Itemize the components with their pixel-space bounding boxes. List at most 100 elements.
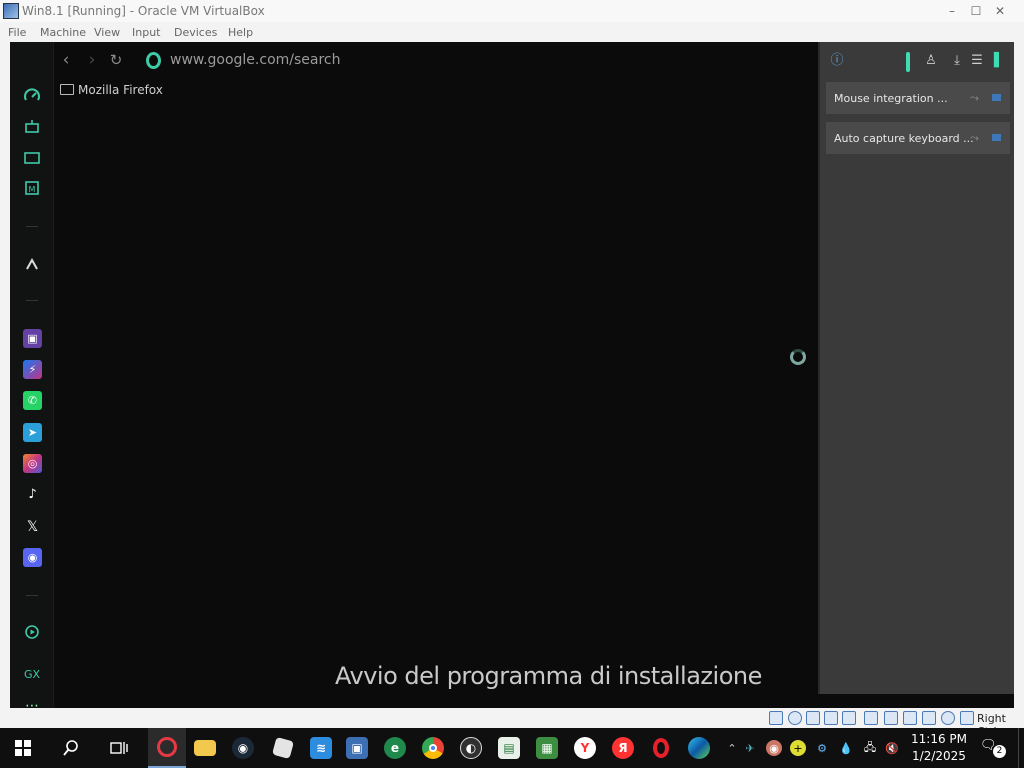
tab-list-icon[interactable]: ☰ bbox=[968, 52, 986, 70]
taskbar-app-sheet[interactable]: ▤ bbox=[490, 728, 528, 768]
tray-cd-icon[interactable]: ◉ bbox=[766, 740, 782, 756]
opera-icon bbox=[653, 738, 669, 758]
network-tray-icon[interactable]: 🖧 bbox=[862, 740, 878, 756]
info-toggle-icon[interactable] bbox=[992, 134, 1001, 141]
virtualbox-app-icon bbox=[3, 3, 19, 19]
taskbar-steam[interactable]: ◉ bbox=[224, 728, 262, 768]
tray-app-icon[interactable]: ✈ bbox=[742, 740, 758, 756]
menu-input[interactable]: Input bbox=[132, 26, 160, 39]
windows-taskbar: ◉ ≋ ▣ e ◐ ▤ ▦ Y Я ⌃ ✈ ◉ + ⚙ 💧 🖧 🔇 11:16 … bbox=[0, 728, 1024, 768]
profile-icon[interactable]: ♙ bbox=[922, 52, 940, 70]
hard-disk-icon[interactable] bbox=[769, 711, 783, 725]
taskbar-obs[interactable]: ◐ bbox=[452, 728, 490, 768]
forward-button[interactable]: › bbox=[82, 50, 102, 70]
audio-icon[interactable] bbox=[806, 711, 820, 725]
instagram-icon[interactable]: ◎ bbox=[23, 454, 42, 473]
vbox-minimize-button[interactable]: – bbox=[940, 2, 964, 20]
vbox-titlebar: Win8.1 [Running] - Oracle VM VirtualBox … bbox=[0, 0, 1024, 22]
taskbar-opera[interactable] bbox=[642, 728, 680, 768]
menu-machine[interactable]: Machine bbox=[40, 26, 86, 39]
volume-muted-icon[interactable]: 🔇 bbox=[884, 740, 900, 756]
taskbar-roblox[interactable] bbox=[264, 728, 302, 768]
show-hidden-icons-chevron-icon[interactable]: ⌃ bbox=[724, 740, 740, 756]
folder-app-icon bbox=[194, 740, 216, 756]
back-button[interactable]: ‹ bbox=[56, 50, 76, 70]
accent-indicator bbox=[906, 52, 910, 72]
taskbar-edge[interactable] bbox=[680, 728, 718, 768]
sidebar-divider bbox=[26, 300, 38, 301]
virtualbox-icon: ▣ bbox=[346, 737, 368, 759]
tiktok-icon[interactable]: ♪ bbox=[23, 485, 42, 504]
start-button[interactable] bbox=[4, 728, 42, 768]
globe-icon: e bbox=[384, 737, 406, 759]
search-button[interactable] bbox=[52, 728, 90, 768]
show-desktop-button[interactable] bbox=[1018, 728, 1024, 768]
roblox-icon bbox=[271, 736, 295, 760]
vbox-statusbar: Right Ctrl bbox=[0, 708, 1024, 738]
vbox-menubar: File Machine View Input Devices Help bbox=[0, 22, 1024, 42]
taskbar-opera-gx[interactable] bbox=[148, 728, 186, 768]
ai-assistant-icon[interactable] bbox=[22, 116, 42, 136]
address-bar-area: ‹ › ↻ www.google.com/search bbox=[54, 42, 824, 80]
url-field[interactable]: www.google.com/search bbox=[170, 52, 341, 68]
shared-folders-icon[interactable] bbox=[864, 711, 878, 725]
search-icon bbox=[63, 740, 78, 756]
mouse-integration-icon[interactable] bbox=[941, 711, 955, 725]
virtualbox-window: Win8.1 [Running] - Oracle VM VirtualBox … bbox=[0, 0, 1024, 738]
music-player-icon[interactable]: M bbox=[22, 178, 42, 198]
speed-dial-icon[interactable] bbox=[22, 86, 42, 106]
dismiss-icon[interactable]: ⤳ bbox=[970, 91, 979, 105]
taskbar-chrome[interactable] bbox=[414, 728, 452, 768]
aria-icon[interactable] bbox=[22, 254, 42, 274]
sheet-icon: ▤ bbox=[498, 737, 520, 759]
player-icon[interactable] bbox=[22, 622, 42, 642]
gx-control-icon[interactable]: ▌ bbox=[990, 52, 1008, 70]
usb-icon[interactable] bbox=[842, 711, 856, 725]
menu-devices[interactable]: Devices bbox=[174, 26, 217, 39]
taskbar-app-blue[interactable]: ≋ bbox=[302, 728, 340, 768]
taskbar-virtualbox[interactable]: ▣ bbox=[338, 728, 376, 768]
optical-drive-icon[interactable] bbox=[788, 711, 802, 725]
tray-plus-icon[interactable]: + bbox=[790, 740, 806, 756]
menu-help[interactable]: Help bbox=[228, 26, 253, 39]
taskbar-yandex[interactable]: Y bbox=[566, 728, 604, 768]
taskbar-yandex-browser[interactable]: Я bbox=[604, 728, 642, 768]
x-twitter-icon[interactable]: 𝕏 bbox=[23, 517, 42, 536]
tray-wrench-icon[interactable]: ⚙ bbox=[814, 740, 830, 756]
vbox-close-button[interactable]: ✕ bbox=[988, 2, 1012, 20]
notice-mouse-integration[interactable]: Mouse integration ... ⤳ bbox=[826, 82, 1010, 114]
twitch-icon[interactable]: ▣ bbox=[23, 329, 42, 348]
menu-file[interactable]: File bbox=[8, 26, 26, 39]
vbox-maximize-button[interactable]: ☐ bbox=[964, 2, 988, 20]
recording-icon[interactable] bbox=[903, 711, 917, 725]
task-view-button[interactable] bbox=[100, 728, 138, 768]
messenger-icon[interactable]: ⚡ bbox=[23, 360, 42, 379]
reload-button[interactable]: ↻ bbox=[106, 50, 126, 70]
taskbar-internet-app[interactable]: e bbox=[376, 728, 414, 768]
opera-logo-icon bbox=[146, 52, 161, 69]
network-icon[interactable] bbox=[824, 711, 838, 725]
info-icon[interactable]: ⓘ bbox=[828, 52, 846, 70]
taskbar-clock[interactable]: 11:16 PM 1/2/2025 bbox=[904, 731, 974, 765]
keyboard-capture-icon[interactable] bbox=[960, 711, 974, 725]
menu-view[interactable]: View bbox=[94, 26, 120, 39]
dismiss-icon[interactable]: ⤳ bbox=[970, 131, 979, 145]
edge-icon bbox=[688, 737, 710, 759]
download-icon[interactable]: ⤓ bbox=[948, 52, 966, 70]
opera-gx-app-icon bbox=[157, 737, 177, 757]
whatsapp-icon[interactable]: ✆ bbox=[23, 391, 42, 410]
tray-drop-icon[interactable]: 💧 bbox=[838, 740, 854, 756]
notice-auto-capture-keyboard[interactable]: Auto capture keyboard ... ⤳ bbox=[826, 122, 1010, 154]
telegram-icon[interactable]: ➤ bbox=[23, 423, 42, 442]
notice-text: Mouse integration ... bbox=[834, 92, 948, 105]
bookmark-folder-firefox[interactable]: Mozilla Firefox bbox=[78, 83, 163, 97]
workspaces-icon[interactable] bbox=[22, 148, 42, 168]
cpu-icon[interactable] bbox=[922, 711, 936, 725]
discord-icon[interactable]: ◉ bbox=[23, 548, 42, 567]
taskbar-app-monitor[interactable]: ▦ bbox=[528, 728, 566, 768]
guest-screen[interactable]: M ▣ ⚡ ✆ ➤ ◎ ♪ 𝕏 ◉ GX ⋯ ‹ › ↻ www.google.… bbox=[10, 42, 1014, 718]
opera-gx-icon[interactable]: GX bbox=[22, 664, 42, 684]
info-toggle-icon[interactable] bbox=[992, 94, 1001, 101]
taskbar-file-explorer[interactable] bbox=[186, 728, 224, 768]
display-icon[interactable] bbox=[884, 711, 898, 725]
